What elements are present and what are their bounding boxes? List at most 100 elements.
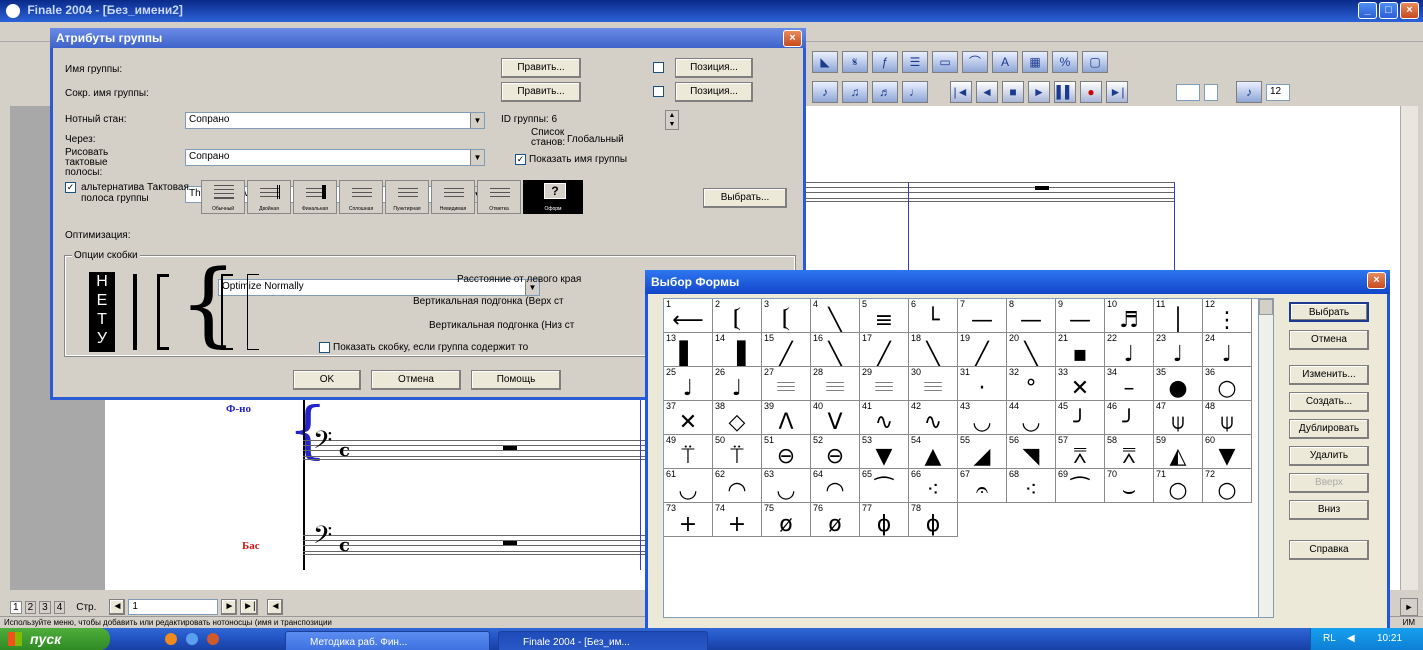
alt-barline-checkbox[interactable]: ✓ (65, 182, 79, 193)
shape-cell[interactable]: 69 ⁀ (1056, 469, 1105, 503)
shape-cell[interactable]: 46 ╯ (1105, 401, 1154, 435)
shape-grid-scrollbar[interactable] (1258, 298, 1274, 618)
scroll-thumb[interactable] (1259, 299, 1273, 315)
page-number-field[interactable]: 1 (128, 599, 219, 615)
shape-cell[interactable]: 43 ◡ (958, 401, 1007, 435)
shape-cell[interactable]: 7— (958, 299, 1007, 333)
shape-edit-button[interactable]: Изменить... (1289, 365, 1369, 385)
shape-cell[interactable]: 42 ∿ (909, 401, 958, 435)
shape-cell[interactable]: 56 ◥ (1007, 435, 1056, 469)
shape-cell[interactable]: 33 ✕ (1056, 367, 1105, 401)
tool-mirror-icon[interactable]: ♪ (812, 81, 838, 103)
shape-cancel-button[interactable]: Отмена (1289, 330, 1369, 350)
group-dialog-close-button[interactable]: × (783, 30, 802, 47)
shape-cell[interactable]: 40 V (811, 401, 860, 435)
bracket-option-square[interactable] (215, 274, 239, 354)
close-button[interactable]: × (1400, 2, 1419, 19)
shape-cell[interactable]: 35 ● (1154, 367, 1203, 401)
shape-cell[interactable]: 18 ╲ (909, 333, 958, 367)
tool-lyrics-icon[interactable]: ♬ (872, 81, 898, 103)
shape-cell[interactable]: 64 ◠ (811, 469, 860, 503)
rewind-start-icon[interactable]: |◄ (950, 81, 972, 103)
shape-cell[interactable]: 31 · (958, 367, 1007, 401)
shape-create-button[interactable]: Создать... (1289, 392, 1369, 412)
tool-measure-icon[interactable]: ▭ (932, 51, 958, 73)
quicklaunch-opera-icon[interactable] (165, 633, 177, 645)
shape-cell[interactable]: 37 ✕ (664, 401, 713, 435)
shape-cell[interactable]: 51 ⊖ (762, 435, 811, 469)
barline-type-solid[interactable]: Сплошная (339, 180, 383, 214)
scroll-left-button[interactable]: ◄ (267, 599, 284, 615)
shape-cell[interactable]: 8— (1007, 299, 1056, 333)
quicklaunch-ie-icon[interactable] (186, 633, 198, 645)
shape-cell[interactable]: 57 ⩞ (1056, 435, 1105, 469)
forward-end-icon[interactable]: ►| (1106, 81, 1128, 103)
shape-cell[interactable]: 49 ⍡ (664, 435, 713, 469)
shape-cell[interactable]: 39 Λ (762, 401, 811, 435)
bracket-none-option[interactable]: Н Е Т У (89, 272, 115, 352)
barline-type-custom[interactable]: ? Оформ (523, 180, 583, 214)
shape-cell[interactable]: 2 𝄕 (713, 299, 762, 333)
rewind-icon[interactable]: ◄ (976, 81, 998, 103)
record-icon[interactable]: ● (1080, 81, 1102, 103)
shape-cell[interactable]: 4 ╲ (811, 299, 860, 333)
barline-type-normal[interactable]: Обычный (201, 180, 245, 214)
shape-cell[interactable]: 28 𝄘 (811, 367, 860, 401)
tool-note-icon[interactable]: ♩ (902, 81, 928, 103)
tool-text-icon[interactable]: A (992, 51, 1018, 73)
shape-cell[interactable]: 62 ◠ (713, 469, 762, 503)
shape-cell[interactable]: 67 𝄐 (958, 469, 1007, 503)
scroll-right-button[interactable]: ► (1400, 598, 1418, 616)
shape-cell[interactable]: 41 ∿ (860, 401, 909, 435)
bracket-option-bracket[interactable] (151, 274, 175, 354)
select-barline-button[interactable]: Выбрать... (703, 188, 787, 208)
shape-delete-button[interactable]: Удалить (1289, 446, 1369, 466)
speaker-icon[interactable]: ◀ (1347, 628, 1355, 650)
shape-up-button[interactable]: Вверх (1289, 473, 1369, 493)
start-button[interactable]: пуск (0, 628, 110, 650)
stop-icon[interactable]: ■ (1002, 81, 1024, 103)
barline-type-final[interactable]: Финальная (293, 180, 337, 214)
bracket-option-thick-line[interactable] (125, 274, 145, 354)
shape-cell[interactable]: 22 ♩ (1105, 333, 1154, 367)
shape-cell[interactable]: 71 ○ (1154, 469, 1203, 503)
shape-cell[interactable]: 66 ⁖ (909, 469, 958, 503)
shape-cell[interactable]: 72 ○ (1203, 469, 1252, 503)
shape-cell[interactable]: 63 ◡ (762, 469, 811, 503)
shape-duplicate-button[interactable]: Дублировать (1289, 419, 1369, 439)
task-methodics[interactable]: Методика раб. Фин... (285, 631, 490, 650)
shape-cell[interactable]: 6 └ (909, 299, 958, 333)
tool-repeat-icon[interactable]: 𝄋 (842, 51, 868, 73)
shape-cell[interactable]: 73 + (664, 503, 713, 537)
shape-cell[interactable]: 25 ♩ (664, 367, 713, 401)
shape-cell[interactable]: 9— (1056, 299, 1105, 333)
last-page-button[interactable]: ►| (240, 599, 259, 615)
position-checkbox-2[interactable] (653, 86, 667, 97)
shape-cell[interactable]: 61 ◡ (664, 469, 713, 503)
shape-cell[interactable]: 76 ø (811, 503, 860, 537)
layer-tab-4[interactable]: 4 (53, 600, 66, 614)
show-group-name-checkbox[interactable]: ✓ Показать имя группы (515, 154, 627, 165)
shape-cell[interactable]: 36 ○ (1203, 367, 1252, 401)
shape-cell[interactable]: 3 𝄕 (762, 299, 811, 333)
maximize-button[interactable]: □ (1379, 2, 1398, 19)
shape-cell[interactable]: 74 + (713, 503, 762, 537)
layer-tab-3[interactable]: 3 (39, 600, 51, 614)
shape-cell[interactable]: 23 ♩ (1154, 333, 1203, 367)
shape-cell[interactable]: 16 ╲ (811, 333, 860, 367)
bracket-option-thin[interactable] (241, 274, 265, 354)
tool-expression-icon[interactable]: ƒ (872, 51, 898, 73)
shape-cell[interactable]: 14 ▐ (713, 333, 762, 367)
measure-field[interactable] (1176, 83, 1200, 101)
layer-tab-1[interactable]: 1 (10, 600, 22, 614)
shape-dialog-close-button[interactable]: × (1367, 272, 1386, 289)
shape-cell[interactable]: 5 ≡ (860, 299, 909, 333)
measure-stepper[interactable] (1204, 83, 1218, 101)
tool-ossia-icon[interactable]: ⌒ (962, 51, 988, 73)
layer-tab-2[interactable]: 2 (24, 600, 37, 614)
tool-page-layout-icon[interactable]: ▢ (1082, 51, 1108, 73)
shape-cell[interactable]: 47 ⍦ (1154, 401, 1203, 435)
shape-cell[interactable]: 17 ╱ (860, 333, 909, 367)
shape-cell[interactable]: 48 ⍦ (1203, 401, 1252, 435)
position-button-1[interactable]: Позиция... (675, 58, 753, 78)
